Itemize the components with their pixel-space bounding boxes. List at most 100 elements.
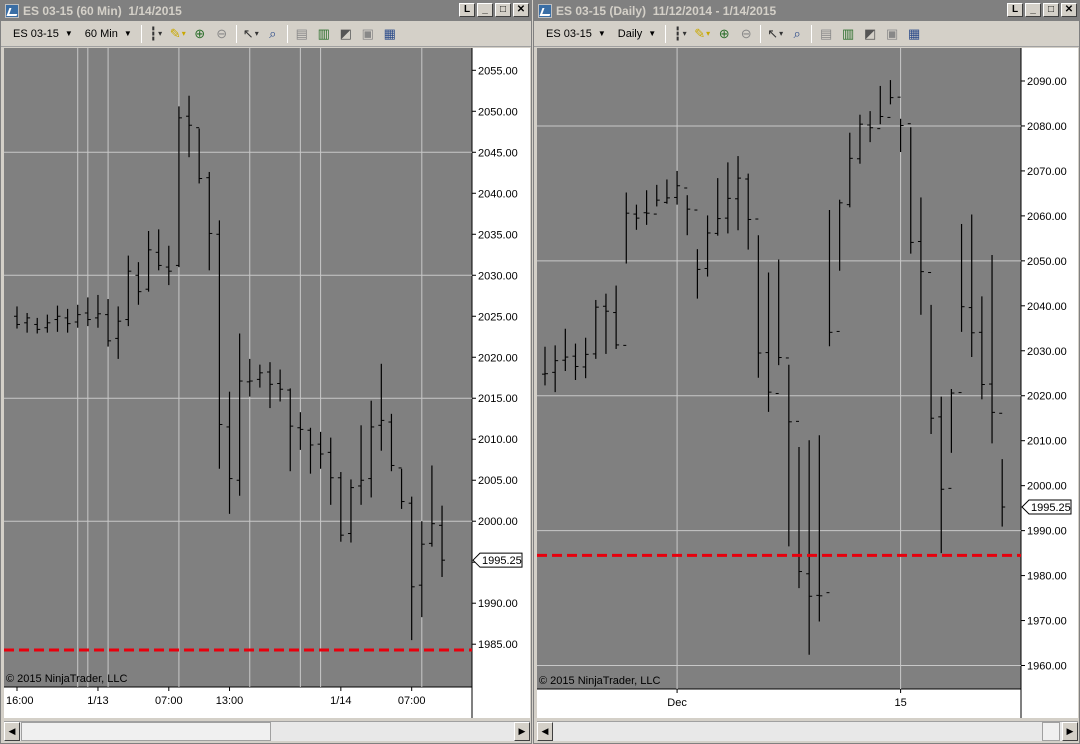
chart-window-60min: ES 03-15 (60 Min) 1/14/2015 L _ □ ✕ ES 0… [0, 0, 532, 744]
zoom-out-icon[interactable]: ⊖ [735, 23, 757, 45]
data-box-icon[interactable]: ▦ [379, 23, 401, 45]
price-tick-label: 1970.00 [1027, 616, 1067, 628]
chevron-down-icon: ▼ [597, 29, 606, 38]
toolbar-separator [286, 24, 288, 43]
properties-icon[interactable]: ▤ [291, 23, 313, 45]
horizontal-scrollbar[interactable]: ◀ ▶ [4, 721, 530, 741]
price-tick-label: 1990.00 [478, 598, 518, 610]
time-tick-label: 15 [894, 697, 906, 709]
price-tick-label: 2080.00 [1027, 121, 1067, 133]
time-tick-label: 07:00 [398, 695, 426, 707]
toolbar-separator [235, 24, 237, 43]
pencil-icon[interactable]: ✎ [167, 23, 189, 45]
maximize-button[interactable]: □ [495, 3, 511, 17]
time-tick-label: 1/14 [330, 695, 351, 707]
window-title: ES 03-15 (Daily) 11/12/2014 - 1/14/2015 [556, 4, 777, 18]
zoom-in-icon[interactable]: ⊕ [713, 23, 735, 45]
scroll-thumb[interactable] [1042, 722, 1060, 741]
plot-area [4, 48, 472, 718]
price-tick-label: 2050.00 [478, 106, 518, 118]
minimize-button[interactable]: _ [1025, 3, 1041, 17]
bar-style-icon[interactable]: ┇ [669, 23, 691, 45]
price-tick-label: 2070.00 [1027, 166, 1067, 178]
price-tick-label: 2005.00 [478, 475, 518, 487]
price-tick-label: 2060.00 [1027, 211, 1067, 223]
price-chart[interactable]: 2090.00 2080.00 2070.00 2060.00 2050.00 2040.… [537, 48, 1078, 718]
chevron-down-icon: ▼ [123, 29, 132, 38]
price-tick-label: 2015.00 [478, 393, 518, 405]
chart-toolbar: ES 03-15▼ 60 Min▼ ┇ ✎ ⊕ ⊖ ↖ ⌕ ▤ ▥ ◩ ▣ ▦ [1, 21, 531, 47]
time-tick-label: Dec [667, 697, 687, 709]
scroll-right-arrow[interactable]: ▶ [514, 722, 530, 741]
price-tick-label: 2010.00 [478, 434, 518, 446]
strategies-icon[interactable]: ◩ [335, 23, 357, 45]
interval-dropdown[interactable]: Daily ▼ [612, 23, 662, 45]
window-title: ES 03-15 (60 Min) 1/14/2015 [23, 4, 182, 18]
price-tick-label: 2045.00 [478, 147, 518, 159]
zoom-out-icon[interactable]: ⊖ [211, 23, 233, 45]
price-tick-label: 2025.00 [478, 311, 518, 323]
title-bar[interactable]: ES 03-15 (Daily) 11/12/2014 - 1/14/2015 … [534, 1, 1079, 21]
app-icon [5, 4, 19, 18]
close-button[interactable]: ✕ [1061, 3, 1077, 17]
time-tick-label: 13:00 [216, 695, 244, 707]
chevron-down-icon: ▼ [64, 29, 73, 38]
minimize-button[interactable]: _ [477, 3, 493, 17]
strategies-icon[interactable]: ◩ [859, 23, 881, 45]
price-tick-label: 2030.00 [478, 270, 518, 282]
scroll-thumb[interactable] [21, 722, 271, 741]
toolbar-separator [140, 24, 142, 43]
current-price-label: 1995.25 [482, 555, 522, 567]
price-tick-label: 1960.00 [1027, 661, 1067, 673]
magnifier-icon[interactable]: ⌕ [786, 23, 808, 45]
time-tick-label: 07:00 [155, 695, 183, 707]
zoom-in-icon[interactable]: ⊕ [189, 23, 211, 45]
cursor-icon[interactable]: ↖ [764, 23, 786, 45]
price-tick-label: 2040.00 [1027, 301, 1067, 313]
bar-style-icon[interactable]: ┇ [145, 23, 167, 45]
price-tick-label: 2055.00 [478, 65, 518, 77]
horizontal-scrollbar[interactable]: ◀ ▶ [537, 721, 1078, 741]
scroll-right-arrow[interactable]: ▶ [1062, 722, 1078, 741]
scroll-left-arrow[interactable]: ◀ [537, 722, 553, 741]
magnifier-icon[interactable]: ⌕ [262, 23, 284, 45]
price-tick-label: 2000.00 [1027, 481, 1067, 493]
close-button[interactable]: ✕ [513, 3, 529, 17]
time-tick-label: 1/13 [87, 695, 108, 707]
price-chart[interactable]: 2055.00 2050.00 2045.00 2040.00 2035.00 2030.… [4, 48, 530, 718]
price-tick-label: 2035.00 [478, 229, 518, 241]
snapshot-icon[interactable]: ▣ [881, 23, 903, 45]
time-tick-label: 16:00 [6, 695, 34, 707]
cursor-icon[interactable]: ↖ [240, 23, 262, 45]
price-tick-label: 2030.00 [1027, 346, 1067, 358]
price-tick-label: 2050.00 [1027, 256, 1067, 268]
indicators-icon[interactable]: ▥ [313, 23, 335, 45]
scroll-left-arrow[interactable]: ◀ [4, 722, 20, 741]
chart-window-daily: ES 03-15 (Daily) 11/12/2014 - 1/14/2015 … [533, 0, 1080, 744]
data-box-icon[interactable]: ▦ [903, 23, 925, 45]
price-tick-label: 2010.00 [1027, 436, 1067, 448]
link-button[interactable]: L [459, 3, 475, 17]
title-bar[interactable]: ES 03-15 (60 Min) 1/14/2015 L _ □ ✕ [1, 1, 531, 21]
link-button[interactable]: L [1007, 3, 1023, 17]
toolbar-separator [665, 24, 667, 43]
maximize-button[interactable]: □ [1043, 3, 1059, 17]
instrument-dropdown[interactable]: ES 03-15 ▼ [7, 23, 79, 45]
chevron-down-icon: ▼ [648, 29, 657, 38]
toolbar-separator [760, 24, 762, 43]
copyright-text: © 2015 NinjaTrader, LLC [539, 675, 660, 687]
snapshot-icon[interactable]: ▣ [357, 23, 379, 45]
time-axis [537, 689, 1021, 718]
price-tick-label: 2020.00 [478, 352, 518, 364]
price-tick-label: 2000.00 [478, 516, 518, 528]
interval-dropdown[interactable]: 60 Min ▼ [79, 23, 138, 45]
indicators-icon[interactable]: ▥ [837, 23, 859, 45]
properties-icon[interactable]: ▤ [815, 23, 837, 45]
price-tick-label: 2040.00 [478, 188, 518, 200]
copyright-text: © 2015 NinjaTrader, LLC [6, 673, 127, 685]
price-tick-label: 1985.00 [478, 639, 518, 651]
plot-area [537, 48, 1021, 718]
price-tick-label: 1990.00 [1027, 526, 1067, 538]
instrument-dropdown[interactable]: ES 03-15 ▼ [540, 23, 612, 45]
pencil-icon[interactable]: ✎ [691, 23, 713, 45]
